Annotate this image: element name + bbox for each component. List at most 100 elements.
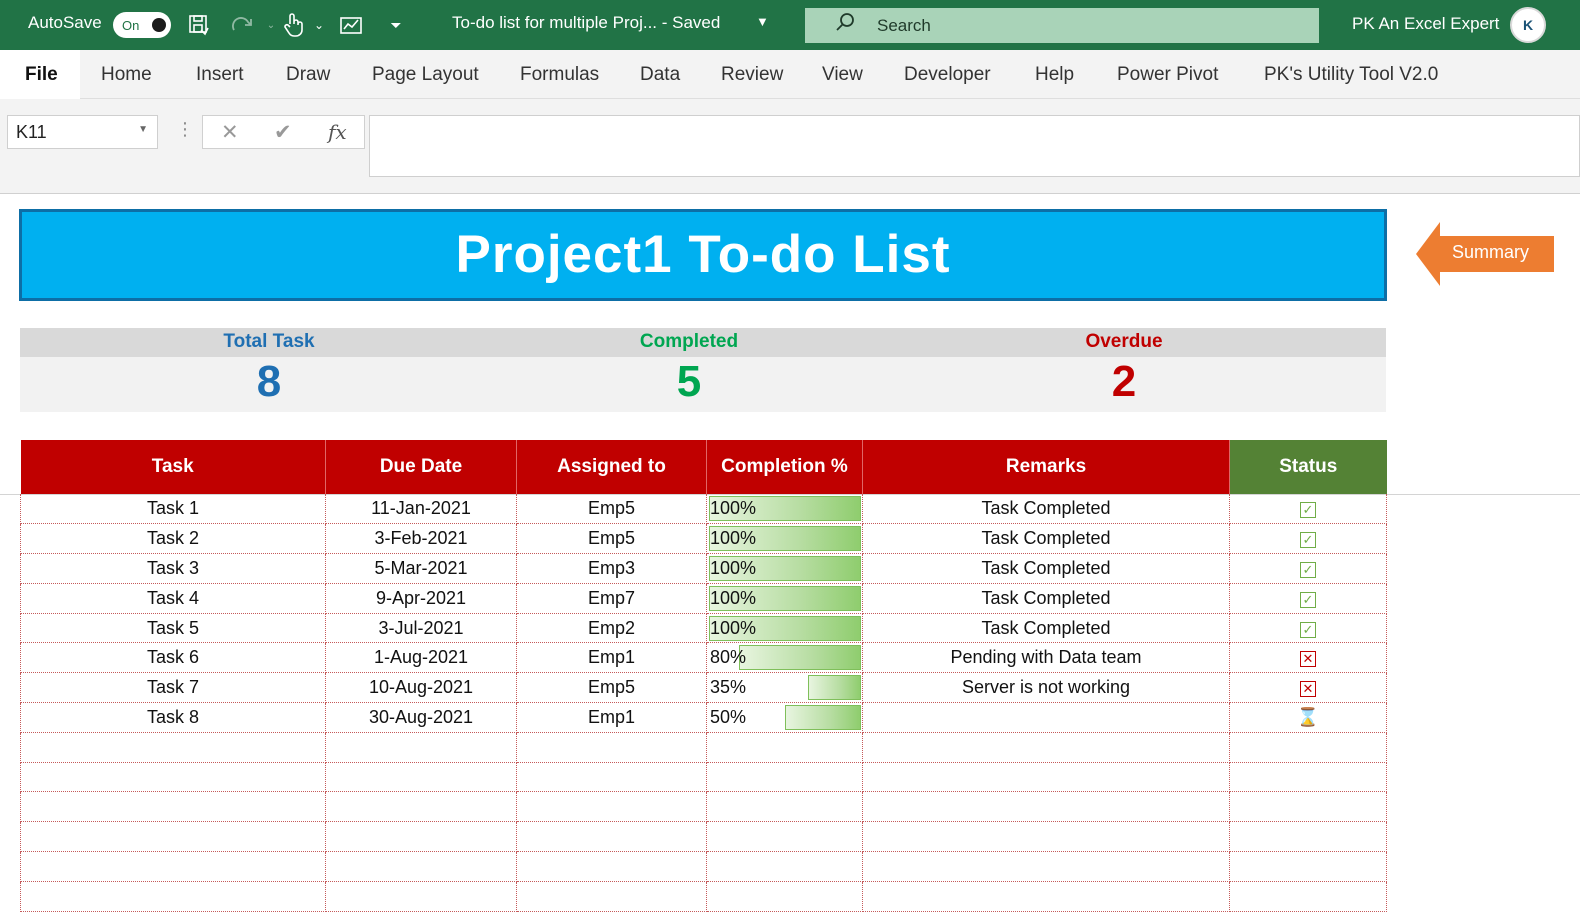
empty-cell[interactable] (862, 881, 1230, 912)
column-header-completion[interactable]: Completion % (706, 440, 863, 494)
column-header-due-date[interactable]: Due Date (325, 440, 517, 494)
user-name[interactable]: PK An Excel Expert (1352, 14, 1499, 34)
empty-cell[interactable] (1229, 881, 1387, 912)
tab-draw[interactable]: Draw (286, 64, 330, 86)
tab-insert[interactable]: Insert (196, 64, 244, 86)
formula-bar-grip-icon[interactable]: ⋮ (176, 119, 194, 140)
empty-cell[interactable] (706, 732, 863, 763)
empty-cell[interactable] (325, 762, 517, 793)
cell-status[interactable]: ✓ (1229, 553, 1387, 584)
cell-due-date[interactable]: 1-Aug-2021 (325, 642, 517, 674)
cell-due-date[interactable]: 30-Aug-2021 (325, 702, 517, 733)
tab-data[interactable]: Data (640, 64, 680, 86)
cell-task[interactable]: Task 6 (20, 642, 326, 674)
cell-status[interactable]: ✕ (1229, 672, 1387, 704)
empty-cell[interactable] (862, 821, 1230, 853)
tab-developer[interactable]: Developer (904, 64, 991, 86)
redo-icon[interactable] (230, 12, 256, 38)
insert-function-icon[interactable]: fx (328, 120, 347, 144)
cell-due-date[interactable]: 3-Feb-2021 (325, 523, 517, 555)
document-title[interactable]: To-do list for multiple Proj... - Saved (452, 13, 720, 33)
empty-cell[interactable] (706, 762, 863, 793)
cell-completion[interactable]: 100% (706, 613, 863, 644)
cell-remarks[interactable]: Task Completed (862, 553, 1230, 584)
empty-cell[interactable] (20, 791, 326, 823)
cell-task[interactable]: Task 3 (20, 553, 326, 584)
cell-completion[interactable]: 50% (706, 702, 863, 733)
tab-pk-utility-tool[interactable]: PK's Utility Tool V2.0 (1264, 64, 1438, 86)
tab-home[interactable]: Home (101, 64, 152, 86)
touch-dropdown-icon[interactable]: ⌄ (306, 12, 332, 38)
cell-status[interactable]: ✕ (1229, 642, 1387, 674)
tab-help[interactable]: Help (1035, 64, 1074, 86)
column-header-assigned-to[interactable]: Assigned to (516, 440, 707, 494)
empty-cell[interactable] (325, 881, 517, 912)
enter-icon[interactable]: ✔ (274, 120, 292, 145)
customize-qat-icon[interactable]: ⏷ (383, 12, 409, 38)
cell-status[interactable]: ✓ (1229, 583, 1387, 614)
tab-formulas[interactable]: Formulas (520, 64, 599, 86)
empty-cell[interactable] (706, 791, 863, 823)
cancel-icon[interactable]: ✕ (221, 120, 239, 145)
cell-status[interactable]: ⌛ (1229, 702, 1387, 733)
empty-cell[interactable] (516, 791, 707, 823)
empty-cell[interactable] (1229, 851, 1387, 882)
empty-cell[interactable] (706, 821, 863, 853)
cell-assigned-to[interactable]: Emp1 (516, 702, 707, 733)
empty-cell[interactable] (325, 821, 517, 853)
formula-input[interactable] (369, 115, 1580, 177)
cell-status[interactable]: ✓ (1229, 523, 1387, 555)
cell-remarks[interactable]: Task Completed (862, 583, 1230, 614)
empty-cell[interactable] (1229, 762, 1387, 793)
tab-view[interactable]: View (822, 64, 863, 86)
cell-due-date[interactable]: 11-Jan-2021 (325, 494, 517, 525)
cell-completion[interactable]: 35% (706, 672, 863, 704)
empty-cell[interactable] (516, 851, 707, 882)
cell-task[interactable]: Task 1 (20, 494, 326, 525)
chart-icon[interactable] (339, 12, 365, 38)
empty-cell[interactable] (1229, 821, 1387, 853)
autosave-toggle[interactable]: On (113, 12, 171, 38)
cell-assigned-to[interactable]: Emp5 (516, 523, 707, 555)
cell-assigned-to[interactable]: Emp3 (516, 553, 707, 584)
cell-task[interactable]: Task 4 (20, 583, 326, 614)
cell-assigned-to[interactable]: Emp7 (516, 583, 707, 614)
cell-remarks[interactable]: Task Completed (862, 523, 1230, 555)
name-box-dropdown-icon[interactable]: ▼ (138, 124, 148, 135)
cell-task[interactable]: Task 8 (20, 702, 326, 733)
cell-assigned-to[interactable]: Emp1 (516, 642, 707, 674)
cell-assigned-to[interactable]: Emp5 (516, 672, 707, 704)
cell-task[interactable]: Task 2 (20, 523, 326, 555)
cell-status[interactable]: ✓ (1229, 494, 1387, 525)
empty-cell[interactable] (862, 762, 1230, 793)
cell-remarks[interactable]: Task Completed (862, 494, 1230, 525)
empty-cell[interactable] (706, 851, 863, 882)
empty-cell[interactable] (862, 851, 1230, 882)
empty-cell[interactable] (1229, 732, 1387, 763)
empty-cell[interactable] (516, 762, 707, 793)
column-header-status[interactable]: Status (1229, 440, 1387, 494)
tab-file[interactable]: File (0, 50, 80, 99)
empty-cell[interactable] (20, 821, 326, 853)
empty-cell[interactable] (706, 881, 863, 912)
summary-button[interactable]: Summary (1416, 222, 1556, 286)
cell-due-date[interactable]: 5-Mar-2021 (325, 553, 517, 584)
tab-power-pivot[interactable]: Power Pivot (1117, 64, 1218, 86)
cell-remarks[interactable]: Server is not working (862, 672, 1230, 704)
cell-status[interactable]: ✓ (1229, 613, 1387, 644)
avatar[interactable]: K (1510, 7, 1546, 43)
cell-remarks[interactable]: Task Completed (862, 613, 1230, 644)
column-header-task[interactable]: Task (20, 440, 326, 494)
empty-cell[interactable] (325, 851, 517, 882)
cell-assigned-to[interactable]: Emp2 (516, 613, 707, 644)
search-box[interactable]: Search (805, 8, 1319, 43)
empty-cell[interactable] (20, 762, 326, 793)
empty-cell[interactable] (516, 732, 707, 763)
touch-mode-icon[interactable] (280, 12, 306, 38)
cell-completion[interactable]: 100% (706, 583, 863, 614)
empty-cell[interactable] (516, 821, 707, 853)
cell-completion[interactable]: 100% (706, 553, 863, 584)
empty-cell[interactable] (862, 732, 1230, 763)
empty-cell[interactable] (862, 791, 1230, 823)
empty-cell[interactable] (20, 851, 326, 882)
